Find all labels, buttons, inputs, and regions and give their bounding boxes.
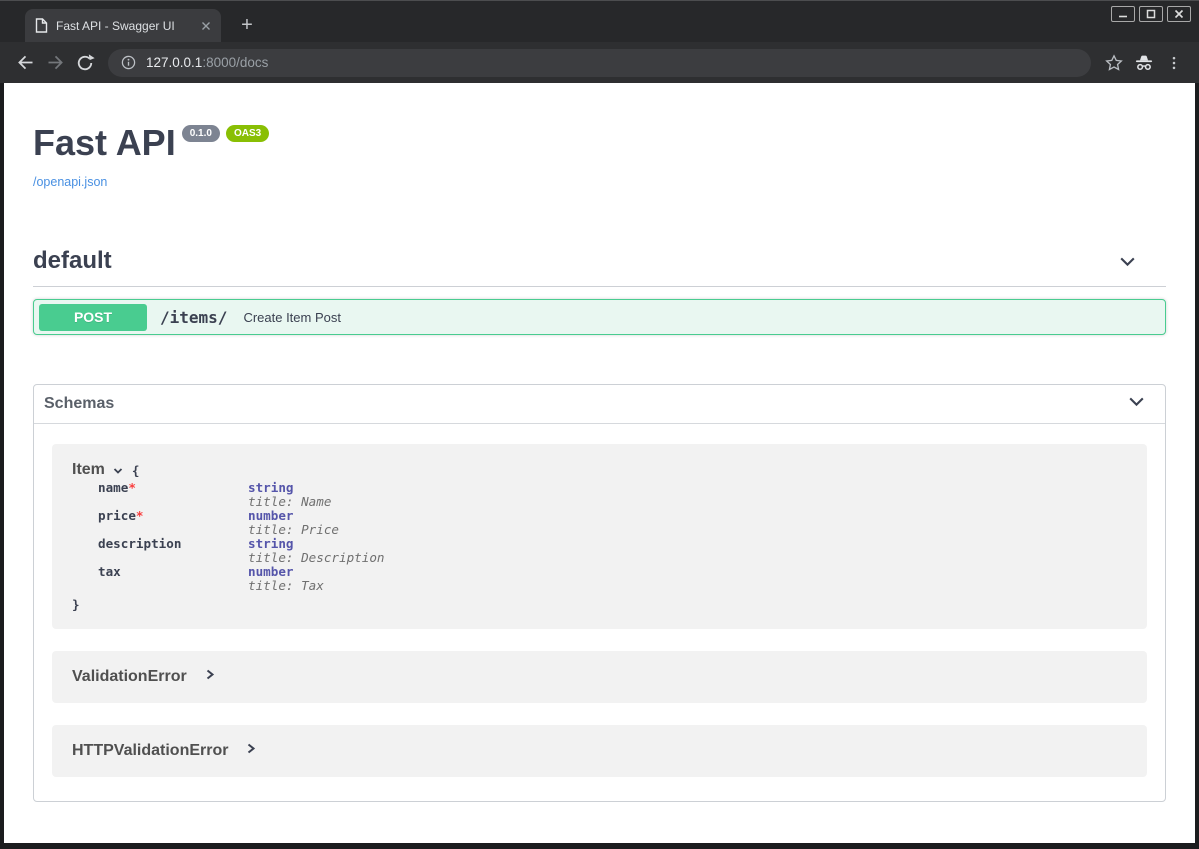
browser-tab[interactable]: Fast API - Swagger UI xyxy=(25,9,221,42)
close-brace: } xyxy=(72,597,1127,612)
property-row: tax number title: Tax xyxy=(98,565,385,593)
api-info: Fast API 0.1.0 OAS3 /openapi.json xyxy=(33,83,1166,191)
back-icon[interactable] xyxy=(10,48,40,78)
star-icon[interactable] xyxy=(1099,48,1129,78)
property-type: string xyxy=(248,537,385,551)
model-name: Item xyxy=(72,461,105,479)
address-bar[interactable]: 127.0.0.1:8000/docs xyxy=(108,49,1091,77)
open-brace: { xyxy=(132,463,140,478)
chevron-down-icon[interactable] xyxy=(111,464,125,478)
property-name: description xyxy=(98,537,248,565)
property-title: title: Description xyxy=(248,551,385,565)
property-name: price* xyxy=(98,509,248,537)
tag-title: default xyxy=(33,247,112,275)
property-row: name* string title: Name xyxy=(98,481,385,509)
openapi-spec-link[interactable]: /openapi.json xyxy=(33,175,107,189)
property-name: name* xyxy=(98,481,248,509)
window-controls xyxy=(1111,6,1191,22)
url-host: 127.0.0.1 xyxy=(146,55,202,70)
info-icon[interactable] xyxy=(120,54,137,71)
schema-validationerror[interactable]: ValidationError xyxy=(52,651,1147,703)
property-name: tax xyxy=(98,565,248,593)
document-icon xyxy=(35,18,48,33)
reload-icon[interactable] xyxy=(70,48,100,78)
chevron-down-icon[interactable] xyxy=(1117,251,1138,272)
method-badge[interactable]: POST xyxy=(39,304,147,331)
minimize-button[interactable] xyxy=(1111,6,1135,22)
tag-section-default[interactable]: default xyxy=(33,247,1166,287)
model-name: ValidationError xyxy=(72,668,187,686)
chevron-right-icon[interactable] xyxy=(204,668,216,686)
property-type: string xyxy=(248,481,385,495)
operation-summary: Create Item Post xyxy=(243,310,341,325)
chevron-down-icon[interactable] xyxy=(1126,391,1147,417)
property-type: number xyxy=(248,565,385,579)
page-title: Fast API xyxy=(33,122,176,163)
tab-title: Fast API - Swagger UI xyxy=(56,19,199,33)
oas3-badge: OAS3 xyxy=(226,125,269,142)
menu-icon[interactable] xyxy=(1159,48,1189,78)
browser-window: Fast API - Swagger UI + xyxy=(0,0,1199,849)
incognito-icon xyxy=(1129,48,1159,78)
property-title: title: Tax xyxy=(248,579,385,593)
required-marker: * xyxy=(128,480,136,495)
forward-icon[interactable] xyxy=(40,48,70,78)
titlebar: Fast API - Swagger UI + xyxy=(0,1,1199,42)
url-text: 127.0.0.1:8000/docs xyxy=(146,55,268,70)
property-row: price* number title: Price xyxy=(98,509,385,537)
schema-item: Item { name* string title: N xyxy=(52,444,1147,629)
required-marker: * xyxy=(136,508,144,523)
maximize-button[interactable] xyxy=(1139,6,1163,22)
version-badge: 0.1.0 xyxy=(182,125,220,142)
schemas-section: Schemas Item { xyxy=(33,384,1166,802)
url-path: :8000/docs xyxy=(202,55,268,70)
tab-close-icon[interactable] xyxy=(199,19,213,33)
opblock-post-items[interactable]: POST /items/ Create Item Post xyxy=(33,299,1166,335)
schema-httpvalidationerror[interactable]: HTTPValidationError xyxy=(52,725,1147,777)
schema-item-header[interactable]: Item { xyxy=(72,461,1127,479)
operation-path: /items/ xyxy=(160,308,227,327)
schemas-body: Item { name* string title: N xyxy=(34,424,1165,801)
model-name: HTTPValidationError xyxy=(72,742,228,760)
schemas-header[interactable]: Schemas xyxy=(34,385,1165,424)
property-type: number xyxy=(248,509,385,523)
new-tab-icon[interactable]: + xyxy=(233,11,261,39)
schemas-title: Schemas xyxy=(44,395,114,413)
schema-properties: name* string title: Name price* number xyxy=(98,481,385,593)
swagger-page: Fast API0.1.0OAS3 /openapi.json default … xyxy=(4,83,1195,843)
browser-toolbar: 127.0.0.1:8000/docs xyxy=(0,42,1199,83)
property-row: description string title: Description xyxy=(98,537,385,565)
property-title: title: Price xyxy=(248,523,385,537)
chevron-right-icon[interactable] xyxy=(245,742,257,760)
close-button[interactable] xyxy=(1167,6,1191,22)
property-title: title: Name xyxy=(248,495,385,509)
